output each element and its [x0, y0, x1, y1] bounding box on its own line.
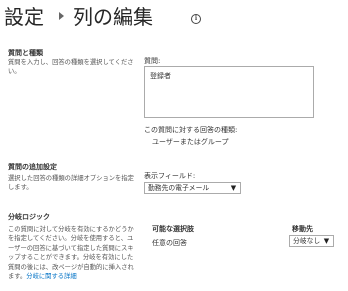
- branching-help-link[interactable]: 分岐に関する詳細: [26, 273, 76, 280]
- chevron-down-icon: ▼: [323, 237, 330, 245]
- info-icon[interactable]: i: [191, 14, 201, 24]
- question-label: 質問:: [144, 57, 161, 65]
- question-textarea[interactable]: 登録者: [144, 66, 314, 118]
- section-desc-additional-settings: 選択した回答の種類の詳細オプションを指定します。: [8, 175, 134, 192]
- branch-row-choice: 任意の回答: [152, 239, 187, 247]
- branch-destination-select[interactable]: 分岐なし ▼: [289, 235, 334, 247]
- answer-type-value: ユーザーまたはグループ: [152, 138, 229, 146]
- page-title: 列の編集: [73, 5, 153, 29]
- display-field-label: 表示フィールド:: [144, 172, 196, 180]
- section-desc-question-type: 質問を入力し、回答の種類を選択してください。: [8, 59, 134, 76]
- section-title-branching: 分岐ロジック: [8, 213, 50, 221]
- chevron-down-icon: ▼: [230, 184, 237, 192]
- display-field-value: 勤務先の電子メール: [148, 184, 210, 192]
- branch-choices-header: 可能な選択肢: [152, 225, 194, 233]
- breadcrumb-root[interactable]: 設定: [4, 4, 44, 30]
- section-desc-branching: この質問に対して分岐を有効にするかどうかを指定してください。分岐を使用すると、ユ…: [8, 225, 136, 281]
- section-title-question-type: 質問と種類: [8, 49, 43, 57]
- answer-type-label: この質問に対する回答の種類:: [144, 126, 238, 134]
- branching-description-text: この質問に対して分岐を有効にするかどうかを指定してください。分岐を使用すると、ユ…: [8, 226, 134, 281]
- display-field-select[interactable]: 勤務先の電子メール ▼: [144, 182, 241, 194]
- breadcrumb-separator-icon: [59, 12, 64, 20]
- branch-destination-value: 分岐なし: [293, 237, 321, 245]
- question-value: 登録者: [150, 72, 171, 80]
- section-title-additional-settings: 質問の追加設定: [8, 163, 57, 171]
- branch-destination-header: 移動先: [292, 225, 313, 233]
